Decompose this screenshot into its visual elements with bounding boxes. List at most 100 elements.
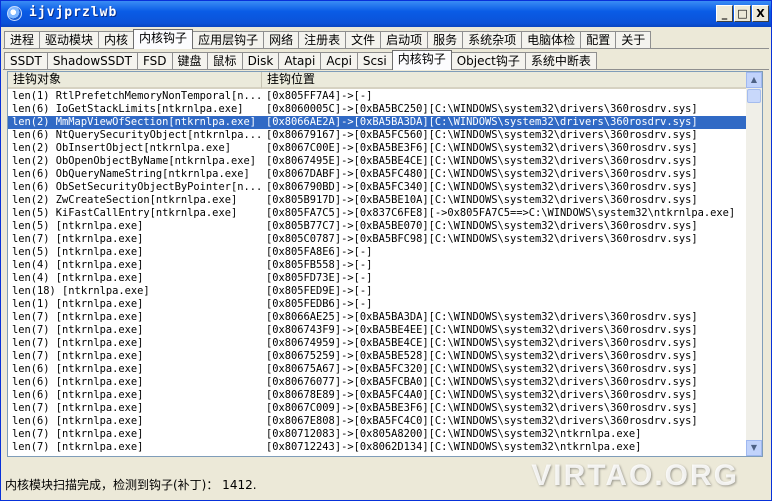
scroll-down-arrow-icon[interactable]: ▼ <box>746 440 762 456</box>
sub-tab-2[interactable]: FSD <box>136 52 173 70</box>
hook-location-cell: [0x805C0787]->[0xBA5BFC98][C:\WINDOWS\sy… <box>266 233 698 245</box>
table-row[interactable]: len(5) KiFastCallEntry[ntkrnlpa.exe] [0x8… <box>8 207 748 220</box>
table-row[interactable]: len(6) [ntkrnlpa.exe] [0x80678E89]->[0xBA… <box>8 389 748 402</box>
main-tab-bar: 进程 驱动模块 内核 内核钩子 应用层钩子 网络 注册表 文件 启动项 服务 系统杂项 电脑体检 配置关… <box>4 29 652 49</box>
table-row[interactable]: len(7) [ntkrnlpa.exe] [0x80675259]->[0xBA… <box>8 350 748 363</box>
hook-object-cell: len(4) [ntkrnlpa.exe] <box>12 272 144 284</box>
main-tab-3[interactable]: 内核钩子 <box>133 29 194 49</box>
column-header-hook-object[interactable]: 挂钩对象 <box>8 72 262 89</box>
minimize-button[interactable]: _ <box>716 5 733 22</box>
main-tab-divider <box>3 48 769 49</box>
title-bar[interactable]: ijvjprzlwb _ □ X <box>1 1 771 27</box>
hook-object-cell: len(5) KiFastCallEntry[ntkrnlpa.exe] <box>12 207 238 219</box>
scroll-up-arrow-icon[interactable]: ▲ <box>746 72 762 88</box>
sub-tab-9[interactable]: 内核钩子 <box>391 50 452 70</box>
hook-location-cell: [0x80676077]->[0xBA5FCBA0][C:\WINDOWS\sy… <box>266 376 698 388</box>
table-row[interactable]: len(6) [ntkrnlpa.exe] [0x80675A67]->[0xBA… <box>8 363 748 376</box>
table-row[interactable]: len(7) [ntkrnlpa.exe] [0x8066AE25]->[0xBA… <box>8 311 748 324</box>
table-row[interactable]: len(4) [ntkrnlpa.exe] [0x805FB558]->[-] <box>8 259 748 272</box>
main-tab-6[interactable]: 注册表 <box>298 31 347 49</box>
hook-object-cell: len(5) [ntkrnlpa.exe] <box>12 220 144 232</box>
hook-object-cell: len(7) [ntkrnlpa.exe] <box>12 350 144 362</box>
hook-list[interactable]: 挂钩对象 挂钩位置 len(1) RtlPrefetchMemoryNonTem… <box>7 71 763 457</box>
hook-location-cell: [0x8060005C]->[0xBA5BC250][C:\WINDOWS\sy… <box>266 103 698 115</box>
hook-location-cell: [0x80679167]->[0xBA5FC560][C:\WINDOWS\sy… <box>266 129 698 141</box>
hook-object-cell: len(7) [ntkrnlpa.exe] <box>12 402 144 414</box>
sub-tab-11[interactable]: 系统中断表 <box>524 52 597 70</box>
sub-tab-3[interactable]: 键盘 <box>171 52 208 70</box>
sub-tab-bar: SSDT ShadowSSDT FSD 键盘 鼠标 Disk Atapi Acpi Scsi 内核… <box>4 50 597 70</box>
sub-tab-4[interactable]: 鼠标 <box>206 52 243 70</box>
table-row[interactable]: len(2) ObOpenObjectByName[ntkrnlpa.exe] [… <box>8 155 748 168</box>
table-row[interactable]: len(2) ObInsertObject[ntkrnlpa.exe] [0x80… <box>8 142 748 155</box>
table-row[interactable]: len(6) ObSetSecurityObjectByPointer[n...… <box>8 181 748 194</box>
hook-object-cell: len(7) [ntkrnlpa.exe] <box>12 233 144 245</box>
main-tab-13[interactable]: 关于 <box>615 31 652 49</box>
hook-location-cell: [0x805FB558]->[-] <box>266 259 373 271</box>
table-row[interactable]: len(7) [ntkrnlpa.exe] [0x80712243]->[0x80… <box>8 441 748 454</box>
scroll-thumb[interactable] <box>747 89 761 103</box>
table-row[interactable]: len(18) [ntkrnlpa.exe] [0x805FED9E]->[-] <box>8 285 748 298</box>
table-row[interactable]: len(2) MmMapViewOfSection[ntkrnlpa.exe] [… <box>8 116 748 129</box>
table-row[interactable]: len(6) [ntkrnlpa.exe] [0x8067E808]->[0xBA… <box>8 415 748 428</box>
hook-location-cell: [0x80675259]->[0xBA5BE528][C:\WINDOWS\sy… <box>266 350 698 362</box>
hook-object-cell: len(2) ObInsertObject[ntkrnlpa.exe] <box>12 142 231 154</box>
main-tab-9[interactable]: 服务 <box>427 31 464 49</box>
hook-location-cell: [0x805FA8E6]->[-] <box>266 246 373 258</box>
table-row[interactable]: len(7) [ntkrnlpa.exe] [0x8067C009]->[0xBA… <box>8 402 748 415</box>
table-row[interactable]: len(6) [ntkrnlpa.exe] [0x80676077]->[0xBA… <box>8 376 748 389</box>
main-tab-2[interactable]: 内核 <box>98 31 135 49</box>
sub-tab-6[interactable]: Atapi <box>278 52 322 70</box>
main-tab-1[interactable]: 驱动模块 <box>39 31 100 49</box>
table-row[interactable]: len(1) RtlPrefetchMemoryNonTemporal[n...… <box>8 90 748 103</box>
table-row[interactable]: len(6) IoGetStackLimits[ntkrnlpa.exe] [0x… <box>8 103 748 116</box>
hook-location-cell: [0x805B917D]->[0xBA5BE10A][C:\WINDOWS\sy… <box>266 194 698 206</box>
app-icon[interactable] <box>7 6 22 21</box>
hook-location-cell: [0x805B77C7]->[0xBA5BE070][C:\WINDOWS\sy… <box>266 220 698 232</box>
hook-location-cell: [0x80675A67]->[0xBA5FC320][C:\WINDOWS\sy… <box>266 363 698 375</box>
main-tab-4[interactable]: 应用层钩子 <box>192 31 265 49</box>
table-row[interactable]: len(5) [ntkrnlpa.exe] [0x805FA8E6]->[-] <box>8 246 748 259</box>
sub-tab-7[interactable]: Acpi <box>320 52 358 70</box>
hook-object-cell: len(6) IoGetStackLimits[ntkrnlpa.exe] <box>12 103 244 115</box>
sub-tab-10[interactable]: Object钩子 <box>450 52 526 70</box>
sub-tab-0[interactable]: SSDT <box>4 52 48 70</box>
hook-location-cell: [0x805FD73E]->[-] <box>266 272 373 284</box>
hook-object-cell: len(2) ZwCreateSection[ntkrnlpa.exe] <box>12 194 238 206</box>
main-tab-11[interactable]: 电脑体检 <box>521 31 582 49</box>
hook-location-cell: [0x80674959]->[0xBA5BE4CE][C:\WINDOWS\sy… <box>266 337 698 349</box>
table-row[interactable]: len(7) [ntkrnlpa.exe] [0x80712083]->[0x80… <box>8 428 748 441</box>
hook-location-cell: [0x8067E808]->[0xBA5FC4C0][C:\WINDOWS\sy… <box>266 415 698 427</box>
table-row[interactable]: len(7) [ntkrnlpa.exe] [0x80674959]->[0xBA… <box>8 337 748 350</box>
main-tab-12[interactable]: 配置 <box>580 31 617 49</box>
maximize-button[interactable]: □ <box>734 5 751 22</box>
table-row[interactable]: len(6) ObQueryNameString[ntkrnlpa.exe] [0… <box>8 168 748 181</box>
main-tab-5[interactable]: 网络 <box>263 31 300 49</box>
sub-tab-8[interactable]: Scsi <box>356 52 393 70</box>
table-row[interactable]: len(6) NtQuerySecurityObject[ntkrnlpa...… <box>8 129 748 142</box>
main-tab-8[interactable]: 启动项 <box>380 31 429 49</box>
hook-location-cell: [0x805FED9E]->[-] <box>266 285 373 297</box>
main-tab-0[interactable]: 进程 <box>4 31 41 49</box>
table-row[interactable]: len(5) [ntkrnlpa.exe] [0x805B77C7]->[0xBA… <box>8 220 748 233</box>
hook-location-cell: [0x8066AE2A]->[0xBA5BA3DA][C:\WINDOWS\sy… <box>266 116 698 128</box>
hook-object-cell: len(18) [ntkrnlpa.exe] <box>12 285 150 297</box>
table-row[interactable]: len(1) [ntkrnlpa.exe] [0x805FEDB6]->[-] <box>8 298 748 311</box>
main-tab-10[interactable]: 系统杂项 <box>462 31 523 49</box>
vertical-scrollbar[interactable]: ▲ ▼ <box>746 72 762 456</box>
table-row[interactable]: len(7) [ntkrnlpa.exe] [0x805C0787]->[0xBA… <box>8 233 748 246</box>
hook-location-cell: [0x8067DABF]->[0xBA5FC480][C:\WINDOWS\sy… <box>266 168 698 180</box>
hook-object-cell: len(4) [ntkrnlpa.exe] <box>12 259 144 271</box>
sub-tab-5[interactable]: Disk <box>241 52 280 70</box>
list-header: 挂钩对象 挂钩位置 <box>8 72 748 89</box>
hook-location-cell: [0x8067C00E]->[0xBA5BE3F6][C:\WINDOWS\sy… <box>266 142 698 154</box>
hook-location-cell: [0x80678E89]->[0xBA5FC4A0][C:\WINDOWS\sy… <box>266 389 698 401</box>
app-window: ijvjprzlwb _ □ X 进程 驱动模块 内核 内核钩子 应用层钩子 网络 注册表文… <box>0 0 772 501</box>
close-button[interactable]: X <box>752 5 769 22</box>
table-row[interactable]: len(2) ZwCreateSection[ntkrnlpa.exe] [0x8… <box>8 194 748 207</box>
table-row[interactable]: len(7) [ntkrnlpa.exe] [0x806743F9]->[0xBA… <box>8 324 748 337</box>
table-row[interactable]: len(4) [ntkrnlpa.exe] [0x805FD73E]->[-] <box>8 272 748 285</box>
sub-tab-1[interactable]: ShadowSSDT <box>46 52 138 70</box>
main-tab-7[interactable]: 文件 <box>345 31 382 49</box>
column-header-hook-location[interactable]: 挂钩位置 <box>262 72 748 89</box>
